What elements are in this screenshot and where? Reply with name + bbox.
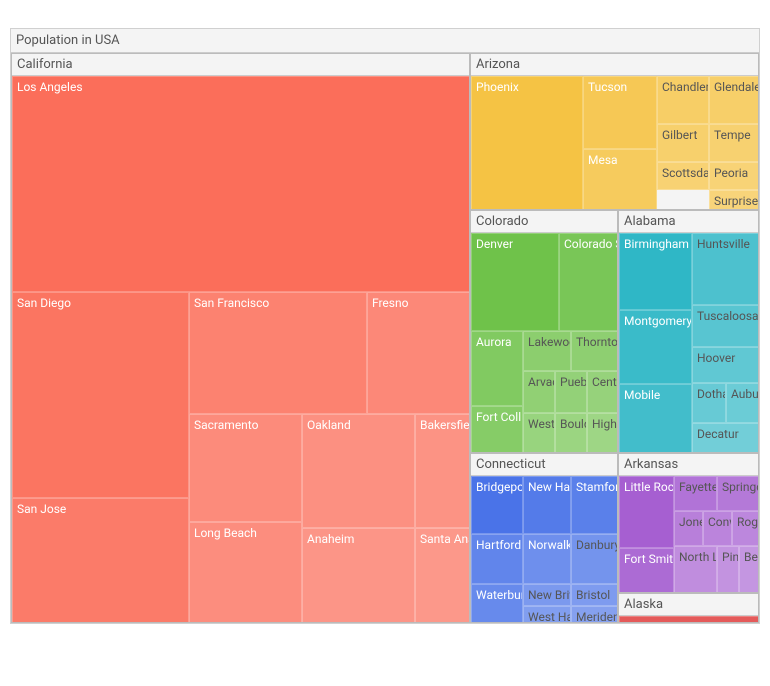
city-cell[interactable]: Mobile [619, 384, 692, 453]
city-cell[interactable]: Anaheim [302, 528, 415, 623]
state-header: Alaska [619, 594, 758, 616]
state-body: DenverColorado Springs AuroraFort Collins… [471, 233, 617, 453]
city-cell[interactable]: Bridgeport [471, 476, 523, 534]
city-cell[interactable]: Los Angeles [12, 76, 470, 292]
city-cell[interactable]: Pine Bluff [717, 546, 739, 593]
state-header: Arkansas [619, 454, 758, 476]
city-cell[interactable]: Decatur [692, 423, 759, 453]
city-cell[interactable]: Bentonville [739, 546, 759, 593]
city-cell[interactable]: Pueblo [555, 371, 587, 413]
city-cell[interactable]: North Little Rock [674, 546, 717, 593]
city-cell[interactable]: Arvada [523, 371, 555, 413]
state-header: Arizona [471, 54, 758, 76]
city-cell[interactable]: Rogers [732, 511, 759, 546]
city-cell[interactable]: Huntsville [692, 233, 759, 305]
city-cell[interactable]: Oakland [302, 414, 415, 528]
city-cell[interactable]: Meriden [571, 606, 618, 623]
state-body: BirminghamMontgomeryMobile HuntsvilleTusc… [619, 233, 758, 453]
treemap-chart: Population in USA CaliforniaLos AngelesS… [10, 28, 760, 624]
city-cell[interactable]: Fresno [367, 292, 470, 414]
state-alaska[interactable]: AlaskaAnchorage [618, 593, 759, 623]
city-cell[interactable]: Thornton [571, 331, 618, 371]
state-arizona[interactable]: ArizonaPhoenixTucsonMesaChandlerGlendale… [470, 53, 759, 210]
state-body: Anchorage [619, 616, 758, 623]
city-cell[interactable]: Hartford [471, 534, 523, 584]
state-body: Little RockFort Smith FayettevilleSpringd… [619, 476, 758, 593]
state-header: Alabama [619, 211, 758, 233]
city-cell[interactable]: Tuscaloosa [692, 305, 759, 347]
city-cell[interactable]: Santa Ana [415, 528, 470, 623]
state-alabama[interactable]: AlabamaBirminghamMontgomeryMobile Huntsvi… [618, 210, 759, 453]
city-cell[interactable]: Westminster [523, 413, 555, 453]
city-cell[interactable]: Conway [703, 511, 732, 546]
city-cell[interactable]: Surprise [709, 190, 759, 210]
state-california[interactable]: CaliforniaLos AngelesSan DiegoSan JoseSa… [11, 53, 470, 623]
city-cell[interactable]: New Haven [523, 476, 571, 534]
city-cell[interactable]: San Diego [12, 292, 189, 498]
city-cell[interactable]: Dothan [692, 383, 726, 423]
city-cell[interactable]: Fort Collins [471, 406, 523, 453]
city-cell[interactable]: Tempe [709, 124, 759, 162]
city-cell[interactable]: Auburn [726, 383, 759, 423]
city-cell[interactable]: Montgomery [619, 310, 692, 384]
city-cell[interactable]: Chandler [657, 76, 709, 124]
city-cell[interactable]: San Francisco [189, 292, 367, 414]
city-cell[interactable]: Sacramento [189, 414, 302, 522]
city-cell[interactable]: Norwalk [523, 534, 571, 584]
city-cell[interactable]: Fort Smith [619, 548, 674, 593]
city-cell[interactable]: Stamford [571, 476, 618, 534]
city-cell[interactable]: Bakersfield [415, 414, 470, 528]
city-cell[interactable]: Long Beach [189, 522, 302, 623]
city-cell[interactable]: Boulder [555, 413, 587, 453]
city-cell[interactable]: Denver [471, 233, 559, 331]
city-cell[interactable]: Glendale [709, 76, 759, 124]
state-header: Colorado [471, 211, 617, 233]
city-cell[interactable]: Aurora [471, 331, 523, 406]
city-cell[interactable]: Highlands Ranch [587, 413, 618, 453]
city-cell[interactable]: Fayetteville [674, 476, 717, 511]
city-cell[interactable]: Springdale [717, 476, 759, 511]
city-cell[interactable]: Scottsdale [657, 162, 709, 190]
state-body: Los AngelesSan DiegoSan JoseSan Francisc… [12, 76, 469, 623]
city-cell[interactable]: Tucson [583, 76, 657, 149]
city-cell[interactable]: Phoenix [471, 76, 583, 210]
chart-title: Population in USA [11, 29, 759, 53]
city-cell[interactable]: Colorado Springs [559, 233, 618, 331]
city-cell[interactable]: West Hartford [523, 606, 571, 623]
city-cell[interactable]: New Britain [523, 584, 571, 606]
state-arkansas[interactable]: ArkansasLittle RockFort Smith Fayettevill… [618, 453, 759, 593]
state-connecticut[interactable]: ConnecticutBridgeportNew HavenStamford Ha… [470, 453, 618, 623]
city-cell[interactable]: San Jose [12, 498, 189, 623]
city-cell[interactable]: Gilbert [657, 124, 709, 162]
city-cell[interactable]: Anchorage [619, 616, 759, 623]
city-cell[interactable]: Jonesboro [674, 511, 703, 546]
city-cell[interactable]: Waterbury [471, 584, 523, 623]
city-cell[interactable]: Bristol [571, 584, 618, 606]
state-header: California [12, 54, 469, 76]
city-cell[interactable]: Birmingham [619, 233, 692, 310]
city-cell[interactable]: Centennial [587, 371, 618, 413]
city-cell[interactable]: Danbury [571, 534, 618, 584]
state-body: PhoenixTucsonMesaChandlerGlendaleGilbert… [471, 76, 758, 210]
city-cell[interactable]: Lakewood [523, 331, 571, 371]
state-body: BridgeportNew HavenStamford HartfordWater… [471, 476, 617, 623]
state-colorado[interactable]: ColoradoDenverColorado Springs AuroraFort… [470, 210, 618, 453]
treemap-body: CaliforniaLos AngelesSan DiegoSan JoseSa… [11, 53, 759, 623]
city-cell[interactable]: Hoover [692, 347, 759, 383]
city-cell[interactable]: Mesa [583, 149, 657, 210]
city-cell[interactable]: Little Rock [619, 476, 674, 548]
city-cell[interactable]: Peoria [709, 162, 759, 190]
state-header: Connecticut [471, 454, 617, 476]
